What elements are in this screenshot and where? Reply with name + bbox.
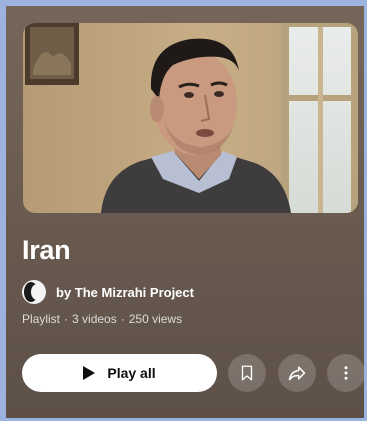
share-button[interactable] bbox=[278, 354, 316, 392]
owner-label[interactable]: by The Mizrahi Project bbox=[56, 285, 194, 300]
play-icon bbox=[83, 366, 96, 380]
playlist-owner[interactable]: by The Mizrahi Project bbox=[22, 280, 194, 304]
playlist-meta: Playlist · 3 videos · 250 views bbox=[22, 312, 182, 326]
more-options-button[interactable] bbox=[327, 354, 364, 392]
bookmark-icon bbox=[241, 365, 253, 381]
more-vert-icon bbox=[344, 366, 348, 380]
save-button[interactable] bbox=[228, 354, 266, 392]
channel-avatar[interactable] bbox=[22, 280, 46, 304]
playlist-header: Iran by The Mizrahi Project Playlist · 3… bbox=[6, 6, 364, 418]
playlist-actions: Play all bbox=[22, 354, 364, 392]
playlist-thumbnail[interactable] bbox=[23, 23, 358, 213]
play-all-button[interactable]: Play all bbox=[22, 354, 217, 392]
play-all-label: Play all bbox=[107, 365, 156, 381]
meta-separator: · bbox=[120, 312, 125, 326]
meta-separator: · bbox=[64, 312, 69, 326]
playlist-title: Iran bbox=[22, 235, 71, 265]
view-count: 250 views bbox=[128, 312, 183, 326]
playlist-type: Playlist bbox=[22, 312, 61, 326]
video-count: 3 videos bbox=[72, 312, 117, 326]
thumbnail-image bbox=[23, 23, 358, 213]
share-icon bbox=[288, 366, 306, 381]
